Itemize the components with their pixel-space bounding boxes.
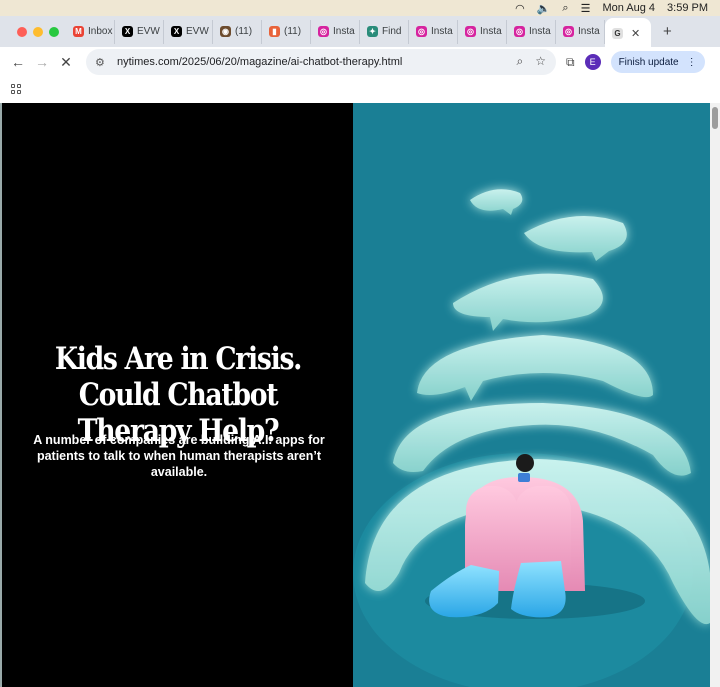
instagram-icon: ◎: [563, 26, 574, 37]
tab[interactable]: ▮ (11): [262, 19, 311, 44]
zoom-icon[interactable]: ⌕: [517, 54, 524, 69]
tab-strip: M Inbox X EVW X EVW ◉ (11) ▮ (11) ◎ Insta ✦ Find ◎ Inst…: [0, 16, 720, 49]
tab-label: EVW: [186, 26, 209, 37]
menubar-date[interactable]: Mon Aug 4: [602, 2, 655, 14]
x-icon: X: [171, 26, 182, 37]
gmail-icon: M: [73, 26, 84, 37]
page-content: Kids Are in Crisis. Could Chatbot Therap…: [0, 103, 720, 687]
close-window-button[interactable]: [17, 26, 27, 37]
tab-label: (11): [235, 26, 253, 37]
stop-loading-button[interactable]: ✕: [54, 54, 78, 71]
tab-label: (11): [284, 26, 302, 37]
address-bar[interactable]: ⚙ nytimes.com/2025/06/20/magazine/ai-cha…: [86, 49, 556, 75]
phone-icon: [518, 473, 530, 482]
instagram-icon: ◎: [514, 26, 525, 37]
search-icon[interactable]: ⌕: [562, 2, 568, 15]
more-menu-icon[interactable]: ⋮: [687, 57, 697, 68]
article-illustration: [353, 103, 710, 687]
back-button[interactable]: ←: [6, 54, 30, 70]
tab-label: Insta: [578, 26, 600, 37]
site-info-icon[interactable]: ⚙: [95, 56, 113, 69]
maximize-window-button[interactable]: [49, 26, 59, 37]
instagram-icon: ◎: [318, 26, 329, 37]
new-tab-button[interactable]: +: [663, 23, 672, 40]
article-header-panel: Kids Are in Crisis. Could Chatbot Therap…: [2, 103, 353, 687]
wifi-icon[interactable]: ◠: [515, 2, 525, 15]
globe-icon: ✦: [367, 26, 378, 37]
menu-bar: ◠ 🔈 ⌕ ☰ Mon Aug 4 3:59 PM: [0, 0, 720, 16]
volume-icon[interactable]: 🔈: [537, 2, 551, 15]
url-text[interactable]: nytimes.com/2025/06/20/magazine/ai-chatb…: [117, 56, 402, 68]
bookmark-site-icon: ▮: [269, 26, 280, 37]
tab[interactable]: ◎ Insta: [507, 19, 556, 44]
tab-list: M Inbox X EVW X EVW ◉ (11) ▮ (11) ◎ Insta ✦ Find ◎ Inst…: [66, 16, 605, 47]
tab-label: EVW: [137, 26, 160, 37]
instagram-icon: ◎: [465, 26, 476, 37]
apps-grid-icon[interactable]: [11, 84, 21, 94]
tab[interactable]: ◉ (11): [213, 19, 262, 44]
minimize-window-button[interactable]: [33, 26, 43, 37]
tab[interactable]: ✦ Find: [360, 19, 409, 44]
x-icon: X: [122, 26, 133, 37]
loading-icon: G: [612, 27, 623, 39]
finish-update-label: Finish update: [618, 56, 679, 68]
article-dek: A number of companies are building A.I. …: [33, 433, 325, 479]
window-controls: [0, 26, 66, 37]
bookmarks-bar: [0, 77, 720, 103]
page-scrollbar[interactable]: [710, 103, 720, 687]
profile-avatar[interactable]: E: [584, 54, 601, 70]
forward-button[interactable]: →: [30, 54, 54, 70]
tab[interactable]: ◎ Insta: [556, 19, 605, 44]
tab-label: Insta: [529, 26, 551, 37]
tab[interactable]: ◎ Insta: [458, 19, 507, 44]
browser-toolbar: ← → ✕ ⚙ nytimes.com/2025/06/20/magazine/…: [0, 47, 720, 77]
tab[interactable]: X EVW: [164, 19, 213, 44]
site-icon: ◉: [220, 26, 231, 37]
finish-update-button[interactable]: Finish update ⋮: [610, 51, 705, 73]
tab-label: Insta: [431, 26, 453, 37]
scrollbar-thumb[interactable]: [712, 107, 718, 129]
control-center-icon[interactable]: ☰: [581, 2, 591, 15]
tab-label: Insta: [333, 26, 355, 37]
tab-label: Inbox: [88, 26, 113, 37]
close-tab-icon[interactable]: ✕: [631, 27, 640, 40]
tab[interactable]: X EVW: [115, 19, 164, 44]
bookmark-star-icon[interactable]: ☆: [535, 54, 546, 69]
tab-label: Insta: [480, 26, 502, 37]
child-head: [516, 454, 534, 472]
tab[interactable]: M Inbox: [66, 19, 115, 44]
tab-active[interactable]: G ✕: [605, 17, 651, 49]
tab-label: Find: [382, 26, 402, 37]
tab-search-icon[interactable]: ⧉: [566, 55, 575, 70]
instagram-icon: ◎: [416, 26, 427, 37]
tab[interactable]: ◎ Insta: [409, 19, 458, 44]
menubar-time[interactable]: 3:59 PM: [667, 2, 708, 14]
tab[interactable]: ◎ Insta: [311, 19, 360, 44]
